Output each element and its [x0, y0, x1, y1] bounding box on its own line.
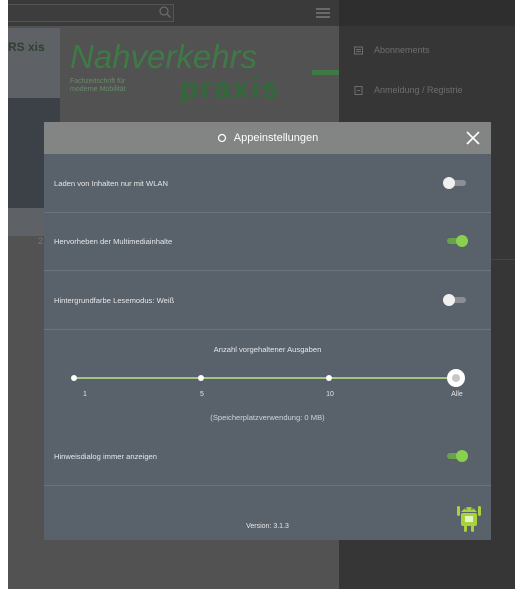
- banner-subtitle-line1: Fachzeitschrift für: [70, 78, 126, 85]
- setting-label: Laden von Inhalten nur mit WLAN: [54, 179, 168, 188]
- slider-thumb[interactable]: [447, 369, 465, 387]
- version-text: Version: 3.1.3: [246, 523, 289, 530]
- banner-praxis-word: praxis: [180, 72, 281, 105]
- banner-subtitle-line2: moderne Mobilität: [70, 86, 126, 93]
- setting-label: Hinweisdialog immer anzeigen: [54, 452, 157, 461]
- sidebar-item-label: Abonnements: [374, 45, 430, 55]
- android-icon: [457, 506, 481, 532]
- storage-usage-text: (Speicherplatzverwendung: 0 MB): [210, 413, 325, 422]
- multimedia-highlight-toggle[interactable]: [443, 235, 468, 247]
- gear-icon: [217, 133, 226, 143]
- sidebar-item-abonnements[interactable]: Abonnements: [354, 43, 430, 57]
- settings-dialog: Appeinstellungen Laden von Inhalten nur …: [44, 122, 491, 540]
- sidebar-item-label: Anmeldung / Registrie: [374, 85, 463, 95]
- login-icon: [354, 85, 363, 95]
- issues-count-slider[interactable]: [71, 369, 465, 387]
- row-divider: [44, 485, 491, 486]
- setting-row-hint-dialog: Hinweisdialog immer anzeigen: [44, 429, 491, 485]
- magazine-label: 2: [38, 236, 44, 246]
- dialog-title-text: Appeinstellungen: [233, 132, 319, 144]
- setting-label: Hintergrundfarbe Lesemodus: Weiß: [54, 296, 175, 305]
- row-divider: [44, 329, 491, 330]
- banner-title: Nahverkehrs: [70, 38, 258, 75]
- search-input[interactable]: [8, 4, 174, 22]
- setting-row-background: Hintergrundfarbe Lesemodus: Weiß: [44, 271, 491, 329]
- background-color-toggle[interactable]: [443, 294, 468, 306]
- banner-subtitle: Fachzeitschrift für moderne Mobilität: [70, 78, 126, 94]
- slider-tick-label: 1: [83, 391, 87, 398]
- setting-label: Hervorheben der Multimediainhalte: [54, 237, 173, 246]
- search-icon[interactable]: [158, 5, 172, 19]
- slider-title: Anzahl vorgehaltener Ausgaben: [213, 345, 322, 354]
- close-icon[interactable]: [465, 130, 481, 146]
- hamburger-menu-icon[interactable]: [316, 8, 330, 18]
- slider-stop-1[interactable]: [71, 375, 77, 381]
- hint-dialog-toggle[interactable]: [443, 450, 468, 462]
- slider-rail: [74, 377, 456, 379]
- sidebar-item-anmeldung[interactable]: Anmeldung / Registrie: [354, 83, 463, 97]
- setting-row-multimedia: Hervorheben der Multimediainhalte: [44, 213, 491, 270]
- dialog-title: Appeinstellungen: [44, 122, 491, 154]
- slider-tick-label: 5: [200, 391, 204, 398]
- setting-row-wlan: Laden von Inhalten nur mit WLAN: [44, 154, 491, 212]
- top-bar: [8, 0, 339, 26]
- slider-stop-5[interactable]: [198, 375, 204, 381]
- nahverkehrs-praxis-banner: Nahverkehrs Fachzeitschrift für moderne …: [60, 38, 346, 118]
- slider-tick-label: Alle: [451, 391, 463, 398]
- slider-stop-10[interactable]: [326, 375, 332, 381]
- subscription-icon: [354, 46, 363, 54]
- slider-tick-label: 10: [326, 391, 334, 398]
- wlan-only-toggle[interactable]: [443, 177, 468, 189]
- dialog-header: Appeinstellungen: [44, 122, 491, 154]
- magazine-logo: RS xis: [8, 40, 45, 54]
